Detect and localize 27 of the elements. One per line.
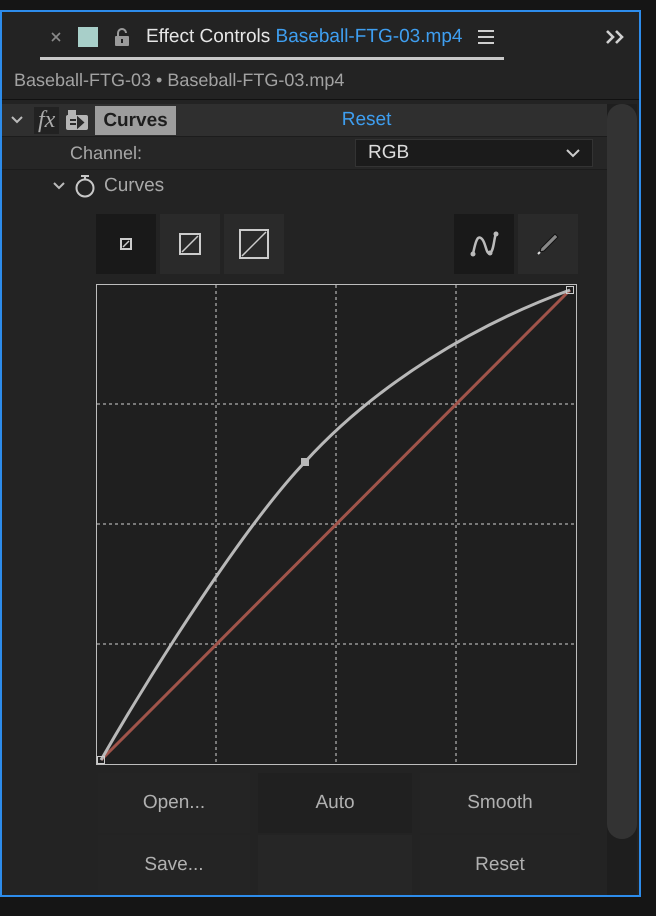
medium-graph-icon	[179, 233, 201, 255]
menu-icon[interactable]	[478, 30, 494, 44]
caret-icon	[566, 148, 580, 158]
fx-toggle[interactable]: fx	[34, 106, 60, 134]
close-icon[interactable]	[50, 31, 62, 44]
large-graph-button[interactable]	[224, 214, 284, 274]
medium-graph-button[interactable]	[160, 214, 220, 274]
chevron-icon[interactable]	[10, 115, 24, 125]
effect-name[interactable]: Curves	[95, 106, 176, 134]
channel-dropdown[interactable]: RGB	[355, 139, 593, 167]
label-color-swatch[interactable]	[78, 27, 98, 48]
effect-preset-icon[interactable]	[65, 109, 90, 131]
lock-icon[interactable]	[114, 27, 130, 48]
panel-tab[interactable]: Effect Controls Baseball-FTG-03.mp4	[40, 17, 504, 60]
reset-link[interactable]: Reset	[342, 109, 392, 131]
bezier-tool-button[interactable]	[454, 214, 514, 274]
curve-points-icon	[468, 229, 500, 259]
property-label: Curves	[104, 175, 164, 197]
breadcrumb: Baseball-FTG-03 • Baseball-FTG-03.mp4	[2, 62, 639, 100]
small-graph-button[interactable]	[96, 214, 156, 274]
large-graph-icon	[239, 229, 269, 259]
channel-label: Channel:	[70, 142, 144, 164]
stopwatch-icon[interactable]	[74, 174, 96, 198]
small-graph-icon	[120, 238, 132, 250]
curve-graph-drawing[interactable]	[96, 284, 577, 765]
pencil-icon	[535, 231, 561, 257]
chevron-icon[interactable]	[52, 181, 66, 191]
